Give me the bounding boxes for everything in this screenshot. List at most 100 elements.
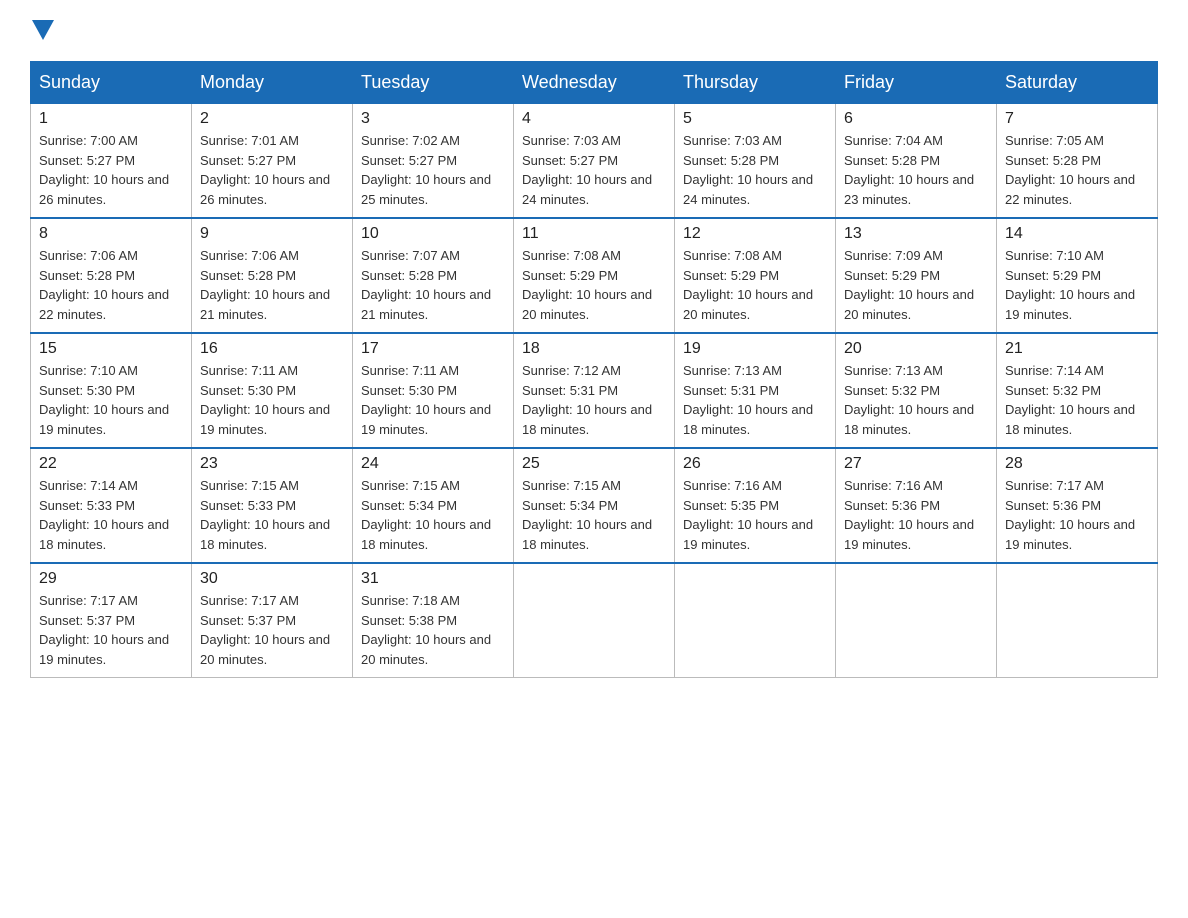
calendar-cell: 29 Sunrise: 7:17 AM Sunset: 5:37 PM Dayl… xyxy=(31,563,192,678)
header-friday: Friday xyxy=(836,62,997,104)
sunset-label: Sunset: 5:38 PM xyxy=(361,613,457,628)
calendar-header-row: SundayMondayTuesdayWednesdayThursdayFrid… xyxy=(31,62,1158,104)
day-info: Sunrise: 7:18 AM Sunset: 5:38 PM Dayligh… xyxy=(361,591,505,669)
daylight-label: Daylight: 10 hours and 24 minutes. xyxy=(522,172,652,207)
daylight-label: Daylight: 10 hours and 26 minutes. xyxy=(39,172,169,207)
day-info: Sunrise: 7:03 AM Sunset: 5:28 PM Dayligh… xyxy=(683,131,827,209)
sunrise-label: Sunrise: 7:06 AM xyxy=(200,248,299,263)
day-number: 9 xyxy=(200,225,344,243)
sunrise-label: Sunrise: 7:17 AM xyxy=(1005,478,1104,493)
daylight-label: Daylight: 10 hours and 18 minutes. xyxy=(200,517,330,552)
sunset-label: Sunset: 5:29 PM xyxy=(1005,268,1101,283)
day-number: 14 xyxy=(1005,225,1149,243)
calendar-cell: 31 Sunrise: 7:18 AM Sunset: 5:38 PM Dayl… xyxy=(353,563,514,678)
day-number: 22 xyxy=(39,455,183,473)
calendar-cell: 26 Sunrise: 7:16 AM Sunset: 5:35 PM Dayl… xyxy=(675,448,836,563)
day-info: Sunrise: 7:17 AM Sunset: 5:37 PM Dayligh… xyxy=(39,591,183,669)
calendar-cell xyxy=(997,563,1158,678)
daylight-label: Daylight: 10 hours and 22 minutes. xyxy=(39,287,169,322)
sunrise-label: Sunrise: 7:11 AM xyxy=(200,363,298,378)
calendar-cell: 7 Sunrise: 7:05 AM Sunset: 5:28 PM Dayli… xyxy=(997,104,1158,219)
calendar-cell: 25 Sunrise: 7:15 AM Sunset: 5:34 PM Dayl… xyxy=(514,448,675,563)
sunset-label: Sunset: 5:31 PM xyxy=(683,383,779,398)
calendar-cell: 18 Sunrise: 7:12 AM Sunset: 5:31 PM Dayl… xyxy=(514,333,675,448)
day-number: 17 xyxy=(361,340,505,358)
sunrise-label: Sunrise: 7:07 AM xyxy=(361,248,460,263)
sunrise-label: Sunrise: 7:15 AM xyxy=(522,478,621,493)
day-info: Sunrise: 7:15 AM Sunset: 5:33 PM Dayligh… xyxy=(200,476,344,554)
sunrise-label: Sunrise: 7:11 AM xyxy=(361,363,459,378)
logo xyxy=(30,20,54,45)
calendar-cell: 2 Sunrise: 7:01 AM Sunset: 5:27 PM Dayli… xyxy=(192,104,353,219)
sunset-label: Sunset: 5:36 PM xyxy=(844,498,940,513)
sunrise-label: Sunrise: 7:14 AM xyxy=(39,478,138,493)
calendar-cell: 9 Sunrise: 7:06 AM Sunset: 5:28 PM Dayli… xyxy=(192,218,353,333)
day-number: 2 xyxy=(200,110,344,128)
calendar-cell: 19 Sunrise: 7:13 AM Sunset: 5:31 PM Dayl… xyxy=(675,333,836,448)
daylight-label: Daylight: 10 hours and 20 minutes. xyxy=(361,632,491,667)
sunset-label: Sunset: 5:30 PM xyxy=(361,383,457,398)
calendar-cell: 20 Sunrise: 7:13 AM Sunset: 5:32 PM Dayl… xyxy=(836,333,997,448)
day-number: 7 xyxy=(1005,110,1149,128)
calendar-cell: 17 Sunrise: 7:11 AM Sunset: 5:30 PM Dayl… xyxy=(353,333,514,448)
daylight-label: Daylight: 10 hours and 21 minutes. xyxy=(200,287,330,322)
logo-triangle-icon xyxy=(32,20,54,40)
sunrise-label: Sunrise: 7:13 AM xyxy=(844,363,943,378)
calendar-table: SundayMondayTuesdayWednesdayThursdayFrid… xyxy=(30,61,1158,678)
day-number: 5 xyxy=(683,110,827,128)
calendar-cell: 11 Sunrise: 7:08 AM Sunset: 5:29 PM Dayl… xyxy=(514,218,675,333)
sunset-label: Sunset: 5:31 PM xyxy=(522,383,618,398)
sunrise-label: Sunrise: 7:00 AM xyxy=(39,133,138,148)
calendar-week-row: 8 Sunrise: 7:06 AM Sunset: 5:28 PM Dayli… xyxy=(31,218,1158,333)
calendar-cell: 24 Sunrise: 7:15 AM Sunset: 5:34 PM Dayl… xyxy=(353,448,514,563)
day-number: 15 xyxy=(39,340,183,358)
calendar-cell: 12 Sunrise: 7:08 AM Sunset: 5:29 PM Dayl… xyxy=(675,218,836,333)
sunrise-label: Sunrise: 7:09 AM xyxy=(844,248,943,263)
calendar-week-row: 15 Sunrise: 7:10 AM Sunset: 5:30 PM Dayl… xyxy=(31,333,1158,448)
daylight-label: Daylight: 10 hours and 25 minutes. xyxy=(361,172,491,207)
day-info: Sunrise: 7:15 AM Sunset: 5:34 PM Dayligh… xyxy=(361,476,505,554)
sunset-label: Sunset: 5:28 PM xyxy=(200,268,296,283)
page-header xyxy=(30,20,1158,45)
day-info: Sunrise: 7:12 AM Sunset: 5:31 PM Dayligh… xyxy=(522,361,666,439)
day-info: Sunrise: 7:14 AM Sunset: 5:32 PM Dayligh… xyxy=(1005,361,1149,439)
day-info: Sunrise: 7:06 AM Sunset: 5:28 PM Dayligh… xyxy=(39,246,183,324)
daylight-label: Daylight: 10 hours and 19 minutes. xyxy=(39,632,169,667)
sunset-label: Sunset: 5:33 PM xyxy=(200,498,296,513)
sunset-label: Sunset: 5:37 PM xyxy=(39,613,135,628)
day-info: Sunrise: 7:10 AM Sunset: 5:29 PM Dayligh… xyxy=(1005,246,1149,324)
day-info: Sunrise: 7:02 AM Sunset: 5:27 PM Dayligh… xyxy=(361,131,505,209)
sunrise-label: Sunrise: 7:16 AM xyxy=(683,478,782,493)
day-number: 11 xyxy=(522,225,666,243)
calendar-cell: 27 Sunrise: 7:16 AM Sunset: 5:36 PM Dayl… xyxy=(836,448,997,563)
daylight-label: Daylight: 10 hours and 19 minutes. xyxy=(39,402,169,437)
daylight-label: Daylight: 10 hours and 18 minutes. xyxy=(361,517,491,552)
calendar-week-row: 1 Sunrise: 7:00 AM Sunset: 5:27 PM Dayli… xyxy=(31,104,1158,219)
day-number: 31 xyxy=(361,570,505,588)
day-number: 26 xyxy=(683,455,827,473)
sunset-label: Sunset: 5:29 PM xyxy=(683,268,779,283)
day-info: Sunrise: 7:13 AM Sunset: 5:31 PM Dayligh… xyxy=(683,361,827,439)
sunset-label: Sunset: 5:36 PM xyxy=(1005,498,1101,513)
header-saturday: Saturday xyxy=(997,62,1158,104)
day-info: Sunrise: 7:13 AM Sunset: 5:32 PM Dayligh… xyxy=(844,361,988,439)
sunset-label: Sunset: 5:29 PM xyxy=(844,268,940,283)
sunset-label: Sunset: 5:27 PM xyxy=(361,153,457,168)
sunrise-label: Sunrise: 7:12 AM xyxy=(522,363,621,378)
daylight-label: Daylight: 10 hours and 18 minutes. xyxy=(683,402,813,437)
day-number: 25 xyxy=(522,455,666,473)
day-number: 16 xyxy=(200,340,344,358)
day-number: 27 xyxy=(844,455,988,473)
calendar-cell: 3 Sunrise: 7:02 AM Sunset: 5:27 PM Dayli… xyxy=(353,104,514,219)
daylight-label: Daylight: 10 hours and 19 minutes. xyxy=(1005,517,1135,552)
daylight-label: Daylight: 10 hours and 20 minutes. xyxy=(683,287,813,322)
day-info: Sunrise: 7:09 AM Sunset: 5:29 PM Dayligh… xyxy=(844,246,988,324)
sunset-label: Sunset: 5:28 PM xyxy=(361,268,457,283)
header-sunday: Sunday xyxy=(31,62,192,104)
sunrise-label: Sunrise: 7:08 AM xyxy=(522,248,621,263)
daylight-label: Daylight: 10 hours and 24 minutes. xyxy=(683,172,813,207)
day-info: Sunrise: 7:00 AM Sunset: 5:27 PM Dayligh… xyxy=(39,131,183,209)
day-info: Sunrise: 7:08 AM Sunset: 5:29 PM Dayligh… xyxy=(683,246,827,324)
day-number: 1 xyxy=(39,110,183,128)
sunrise-label: Sunrise: 7:17 AM xyxy=(39,593,138,608)
